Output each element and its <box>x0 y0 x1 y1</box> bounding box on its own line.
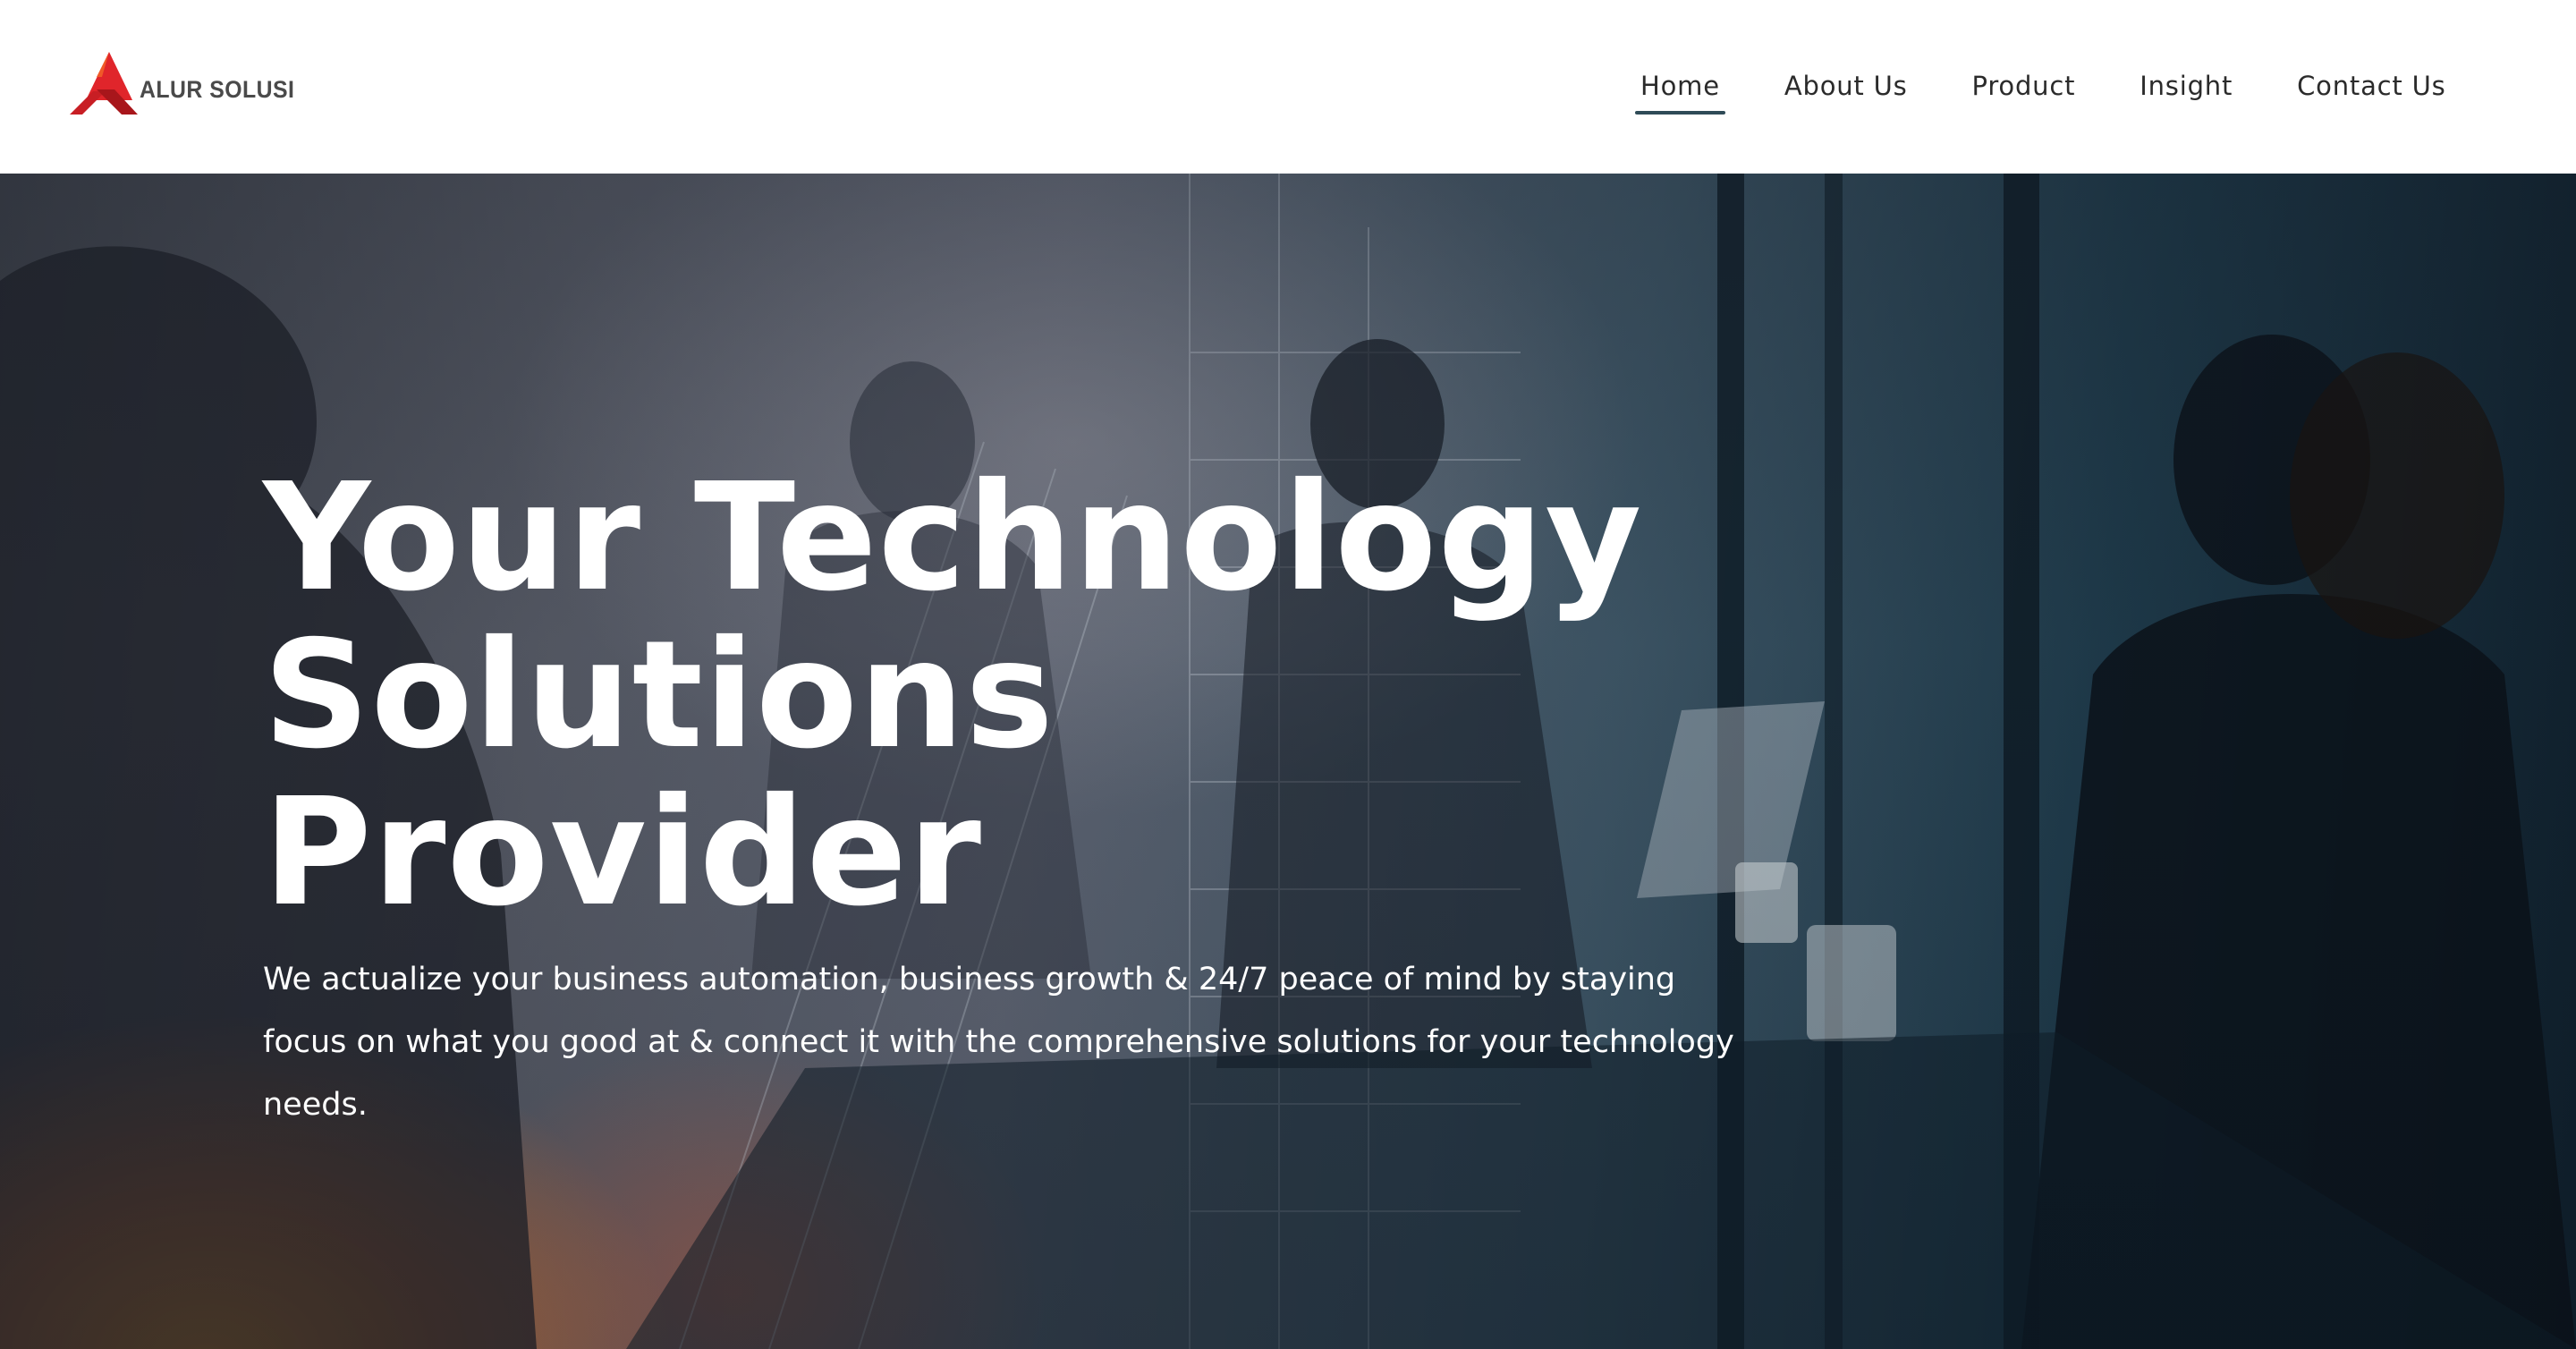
brand-name: ALUR SOLUSI <box>140 75 295 103</box>
main-nav: Home About Us Product Insight Contact Us <box>1635 64 2452 118</box>
nav-item-product[interactable]: Product <box>1967 64 2081 107</box>
hero-section: Your Technology Solutions Provider We ac… <box>0 174 2576 1349</box>
hero-subtitle: We actualize your business automation, b… <box>263 962 1734 1123</box>
hero-content: Your Technology Solutions Provider We ac… <box>263 460 1784 1136</box>
logo-triangle-icon <box>70 52 138 115</box>
nav-item-contact-us[interactable]: Contact Us <box>2292 64 2451 107</box>
brand-logo[interactable]: ALUR SOLUSI <box>70 50 294 116</box>
hero-title-line-1: Your Technology <box>263 452 1643 624</box>
nav-item-home[interactable]: Home <box>1635 64 1725 115</box>
hero-title-line-2: Solutions Provider <box>263 609 1055 939</box>
hero-title: Your Technology Solutions Provider <box>263 460 1784 932</box>
site-header: ALUR SOLUSI Home About Us Product Insigh… <box>0 0 2576 174</box>
nav-item-about-us[interactable]: About Us <box>1779 64 1913 107</box>
nav-item-insight[interactable]: Insight <box>2134 64 2238 107</box>
